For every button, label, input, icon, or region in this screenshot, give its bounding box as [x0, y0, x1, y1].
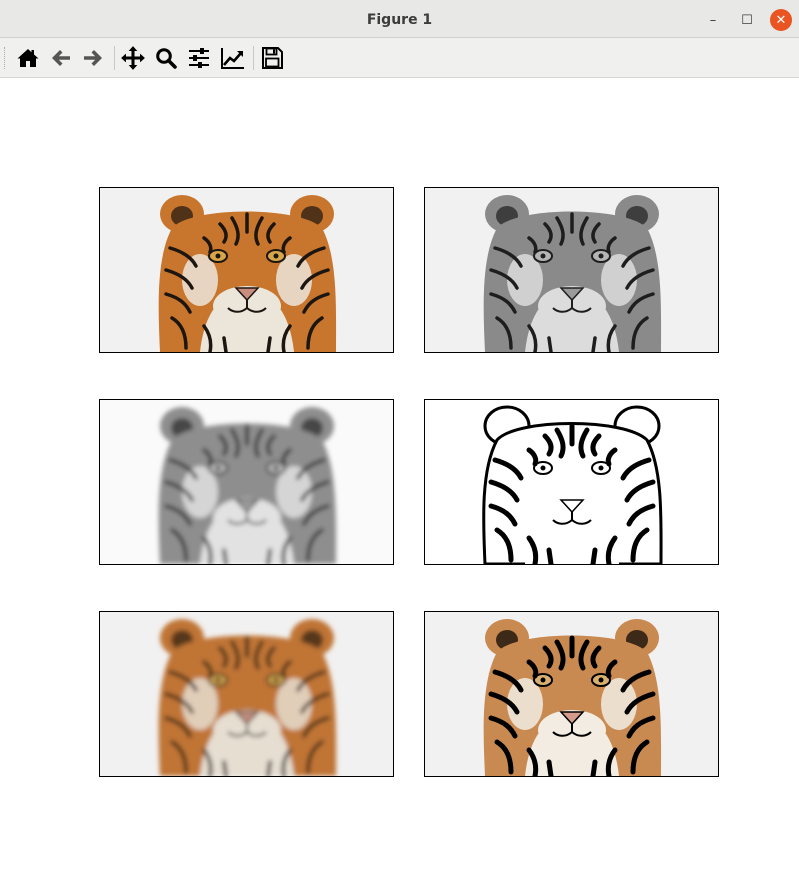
- zoom-button[interactable]: [151, 43, 181, 73]
- maximize-button[interactable]: ☐: [736, 9, 758, 31]
- edit-axes-icon: [221, 48, 244, 69]
- panel-edge-mask[interactable]: [424, 399, 719, 565]
- configure-subplots-icon: [189, 48, 209, 68]
- save-button[interactable]: [257, 43, 287, 73]
- toolbar-separator: [114, 46, 115, 70]
- window-title: Figure 1: [366, 12, 433, 28]
- pan-button[interactable]: [118, 43, 148, 73]
- navigation-toolbar: [0, 38, 799, 78]
- back-arrow-icon: [52, 50, 70, 66]
- toolbar-separator: [253, 46, 254, 70]
- save-icon: [262, 47, 283, 69]
- back-button[interactable]: [46, 43, 76, 73]
- home-button[interactable]: [13, 43, 43, 73]
- minimize-button[interactable]: –: [702, 9, 724, 31]
- close-button[interactable]: ✕: [770, 9, 792, 31]
- zoom-icon: [156, 48, 177, 69]
- panel-gray-blurred[interactable]: [99, 399, 394, 565]
- forward-arrow-icon: [84, 50, 102, 66]
- window-titlebar[interactable]: Figure 1 – ☐ ✕: [0, 0, 799, 38]
- panel-color-blurred[interactable]: [99, 611, 394, 777]
- home-icon: [17, 49, 39, 67]
- forward-button[interactable]: [78, 43, 108, 73]
- figure-canvas[interactable]: [0, 78, 799, 877]
- panel-grayscale[interactable]: [424, 187, 719, 353]
- panel-original-color[interactable]: [99, 187, 394, 353]
- pan-icon: [121, 46, 145, 70]
- panel-cartoon[interactable]: [424, 611, 719, 777]
- configure-subplots-button[interactable]: [184, 43, 214, 73]
- edit-axes-button[interactable]: [218, 43, 248, 73]
- toolbar-grip[interactable]: [4, 47, 7, 69]
